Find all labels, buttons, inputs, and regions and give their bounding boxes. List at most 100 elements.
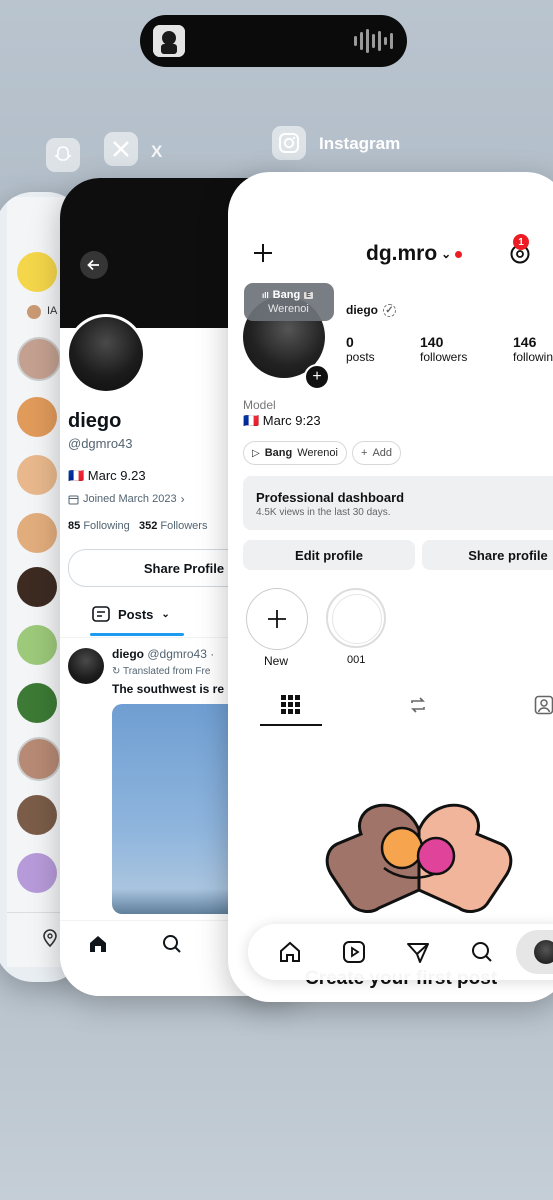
chevron-right-icon: › xyxy=(180,492,185,506)
music-title: Bang xyxy=(272,289,301,301)
music-note-bubble[interactable]: ıll Bang E Werenoi xyxy=(244,283,334,321)
friend-avatar[interactable] xyxy=(17,513,57,553)
new-highlight-button[interactable] xyxy=(246,588,308,650)
audio-wave-icon xyxy=(354,29,393,53)
reposts-icon[interactable] xyxy=(408,695,428,720)
tweet-text: The southwest is re xyxy=(112,682,225,696)
profile-handle: @dgmro43 xyxy=(68,436,133,451)
plus-icon: + xyxy=(361,447,368,459)
username-switcher[interactable]: dg.mro ⌄ xyxy=(366,242,463,266)
following-count: 85 xyxy=(68,520,81,532)
profile-bio: 🇫🇷 Marc 9.23 xyxy=(68,468,146,483)
play-icon: ▷ xyxy=(252,447,260,459)
back-button[interactable] xyxy=(80,251,108,279)
grid-icon[interactable] xyxy=(281,695,301,720)
map-pin-icon[interactable] xyxy=(41,927,59,952)
tagged-icon[interactable] xyxy=(534,695,553,720)
username: dg.mro xyxy=(366,242,438,265)
share-profile-button[interactable]: Share profile xyxy=(422,540,553,570)
tab-posts[interactable]: Posts ⌄ xyxy=(92,606,170,622)
ai-avatar xyxy=(27,305,41,319)
instagram-app-icon[interactable] xyxy=(272,126,306,160)
dashboard-subtitle: 4.5K views in the last 30 days. xyxy=(256,507,391,518)
highlight-001[interactable] xyxy=(326,588,386,648)
home-icon[interactable] xyxy=(87,933,109,960)
dashboard-title: Professional dashboard xyxy=(256,490,405,505)
instagram-app-card[interactable]: dg.mro ⌄ 1 + ıll Bang E Werenoi diego ✓ … xyxy=(228,172,553,1002)
song-chip-artist: Werenoi xyxy=(297,447,338,459)
posts-icon xyxy=(92,606,110,622)
search-icon[interactable] xyxy=(161,933,183,960)
profile-tab[interactable] xyxy=(516,930,553,974)
followers-stat[interactable]: 140 followers xyxy=(420,334,467,364)
grid-tab-underline xyxy=(260,724,322,726)
song-chip[interactable]: ▷ Bang Werenoi xyxy=(243,441,347,465)
home-icon[interactable] xyxy=(278,940,302,969)
tweet-handle: @dgmro43 · xyxy=(147,647,215,661)
notification-dot xyxy=(455,250,463,258)
ia-label: IA xyxy=(47,305,58,317)
avatar-ring xyxy=(66,314,146,394)
avatar[interactable] xyxy=(69,317,143,391)
friend-avatar[interactable] xyxy=(17,567,57,607)
instagram-app-label: Instagram xyxy=(319,134,401,153)
friend-avatar[interactable] xyxy=(17,853,57,893)
threads-badge: 1 xyxy=(513,234,529,250)
verified-badge-icon: ✓ xyxy=(383,303,396,317)
follow-counts: 85 Following 352 Followers xyxy=(68,520,207,532)
search-icon[interactable] xyxy=(470,940,494,969)
send-icon[interactable] xyxy=(406,940,430,969)
snapchat-friends-list: IA xyxy=(7,197,67,967)
following-stat[interactable]: 146 followin xyxy=(513,334,553,364)
highlight-001-label: 001 xyxy=(347,654,366,666)
bio-text: 🇫🇷 Marc 9:23 xyxy=(243,413,321,428)
song-chip-title: Bang xyxy=(264,447,293,459)
audio-bars-icon: ıll xyxy=(262,290,269,300)
new-highlight-label: New xyxy=(264,654,289,668)
album-art-thumbnail xyxy=(153,25,185,57)
category-label: Model xyxy=(243,398,276,412)
tweet-avatar[interactable] xyxy=(68,648,104,684)
heart-hands-illustration xyxy=(324,790,514,925)
friend-avatar[interactable] xyxy=(17,795,57,835)
add-chip[interactable]: + Add xyxy=(352,441,402,465)
joined-date: Joined March 2023 › xyxy=(68,492,185,506)
chevron-down-icon: ⌄ xyxy=(441,247,452,261)
add-chip-label: Add xyxy=(372,447,393,459)
edit-profile-button[interactable]: Edit profile xyxy=(243,540,415,570)
friend-avatar[interactable] xyxy=(17,337,61,381)
following-label: followin xyxy=(513,350,553,364)
translate-icon: ↻ xyxy=(112,666,123,677)
explicit-badge: E xyxy=(304,291,313,299)
following-count: 146 xyxy=(513,334,537,350)
arrow-left-icon xyxy=(87,259,99,271)
x-app-icon[interactable] xyxy=(104,132,138,166)
dynamic-island[interactable] xyxy=(140,15,407,67)
profile-name: diego xyxy=(68,410,122,432)
friend-avatar[interactable] xyxy=(17,455,57,495)
profile-tab-avatar xyxy=(534,940,553,964)
professional-dashboard[interactable]: Professional dashboard 4.5K views in the… xyxy=(243,476,553,530)
plus-icon xyxy=(268,610,286,628)
display-name-row: diego ✓ xyxy=(346,303,396,317)
x-app-label: X xyxy=(151,142,163,161)
music-artist: Werenoi xyxy=(268,303,309,315)
friend-avatar[interactable] xyxy=(17,683,57,723)
snapchat-app-icon[interactable] xyxy=(46,138,80,172)
friend-avatar[interactable] xyxy=(17,625,57,665)
tab-posts-label: Posts xyxy=(118,606,154,622)
create-icon[interactable] xyxy=(252,242,274,269)
posts-stat[interactable]: 0 posts xyxy=(346,334,375,364)
chevron-down-icon: ⌄ xyxy=(161,608,170,620)
followers-count: 140 xyxy=(420,334,444,350)
bottom-tab-bar xyxy=(248,924,553,980)
posts-count: 0 xyxy=(346,334,354,350)
friend-avatar[interactable] xyxy=(17,397,57,437)
reels-icon[interactable] xyxy=(342,940,366,969)
followers-label: followers xyxy=(420,350,468,364)
friend-avatar[interactable] xyxy=(17,737,61,781)
friend-avatar[interactable] xyxy=(17,252,57,292)
add-story-button[interactable]: + xyxy=(304,364,330,390)
translated-note: ↻ Translated from Fre xyxy=(112,666,211,677)
display-name: diego xyxy=(346,303,378,317)
